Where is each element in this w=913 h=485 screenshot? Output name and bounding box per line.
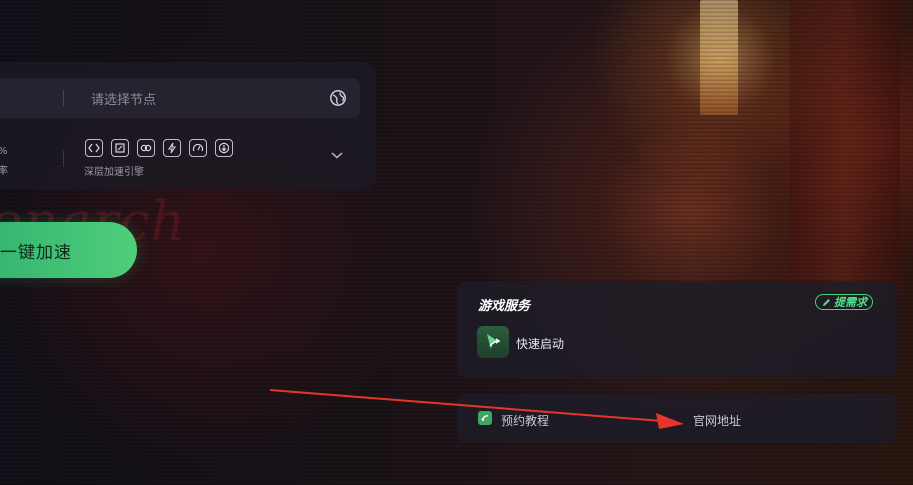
game-services-title: 游戏服务 xyxy=(478,299,531,314)
pen-icon xyxy=(823,298,830,306)
official-site-link[interactable]: 官网地址 xyxy=(693,412,741,429)
engine-label: 深层加速引擎 xyxy=(84,167,144,178)
node-selector-placeholder[interactable]: 请选择节点 xyxy=(91,89,156,108)
quick-launch-label[interactable]: 快速启动 xyxy=(516,335,564,352)
code-icon[interactable] xyxy=(85,139,103,157)
tutorial-link[interactable]: 预约教程 xyxy=(501,412,549,429)
bolt-icon[interactable] xyxy=(163,139,181,157)
node-selector[interactable] xyxy=(0,78,360,118)
request-feature-button[interactable]: 提需求 xyxy=(815,294,873,310)
chevron-down-icon[interactable] xyxy=(330,150,344,160)
stat-label: 率 xyxy=(0,166,8,177)
engine-feature-icons xyxy=(85,139,233,157)
globe-icon[interactable] xyxy=(329,89,347,107)
divider xyxy=(63,90,64,106)
accelerate-button-label[interactable]: 一键加速 xyxy=(0,238,72,263)
tutorial-icon[interactable] xyxy=(478,411,492,425)
divider xyxy=(63,151,64,167)
background-pillar xyxy=(790,0,900,300)
link-icon[interactable] xyxy=(137,139,155,157)
background-window-light xyxy=(700,0,738,115)
download-icon[interactable] xyxy=(215,139,233,157)
stat-percent: % xyxy=(0,146,8,157)
quick-launch-icon[interactable] xyxy=(477,326,509,358)
speed-icon[interactable] xyxy=(189,139,207,157)
request-feature-label: 提需求 xyxy=(834,296,867,309)
window-icon[interactable] xyxy=(111,139,129,157)
